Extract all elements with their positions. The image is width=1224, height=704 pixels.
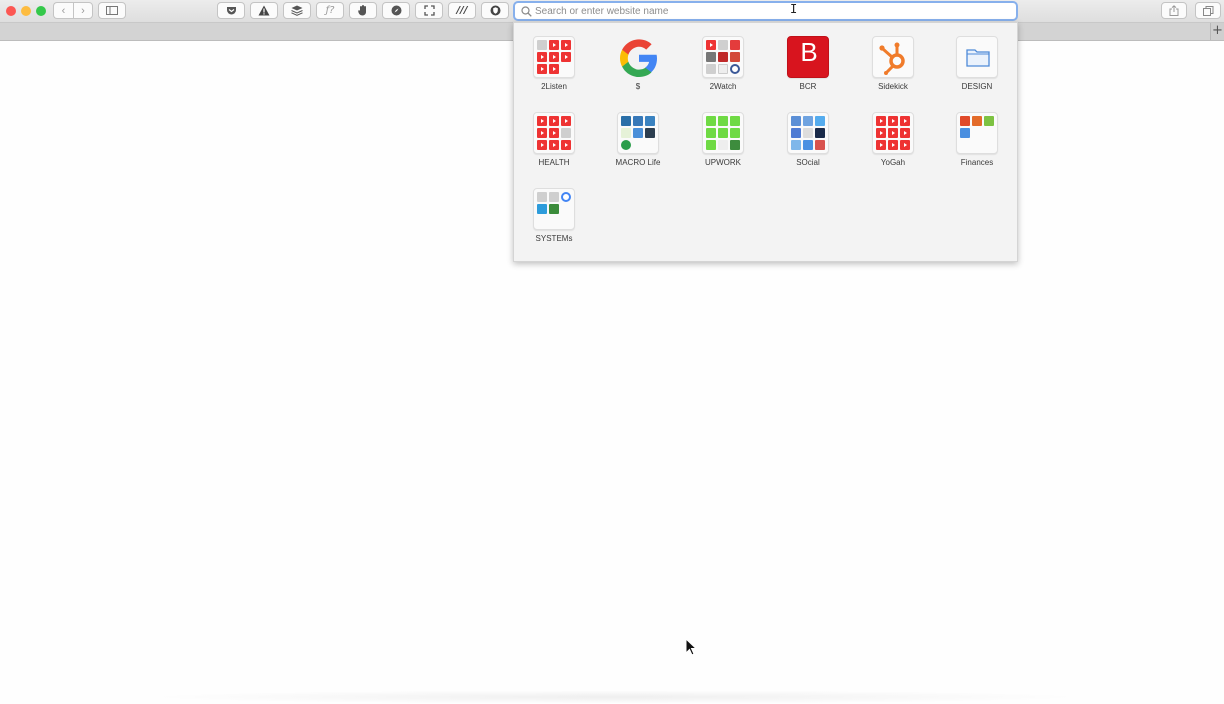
- favorite-bcr[interactable]: B BCR: [768, 36, 848, 91]
- sidebar-toggle-button[interactable]: [98, 2, 126, 19]
- shield-icon: [490, 5, 500, 16]
- browser-toolbar: ‹ › ƒ? /// I: [0, 0, 1224, 23]
- favorite-label: HEALTH: [538, 158, 570, 167]
- favorite-label: SYSTEMs: [535, 234, 573, 243]
- hand-extension-button[interactable]: [349, 2, 377, 19]
- folder-thumbnail: [956, 112, 998, 154]
- folder-icon: [956, 36, 998, 78]
- favorite-label: Sidekick: [878, 82, 908, 91]
- folder-thumbnail: [617, 112, 659, 154]
- folder-thumbnail: [787, 112, 829, 154]
- layers-icon: [291, 5, 303, 16]
- compass-extension-button[interactable]: [382, 2, 410, 19]
- favorites-popover: 2Listen $ 2Watch B BCR Sidekick DESIGN H…: [513, 22, 1018, 262]
- favorite-sidekick[interactable]: Sidekick: [853, 36, 933, 91]
- favorite-label: YoGah: [880, 158, 906, 167]
- new-tab-button[interactable]: +: [1210, 23, 1224, 40]
- favorite-dollar[interactable]: $: [598, 36, 678, 91]
- favorite-design[interactable]: DESIGN: [937, 36, 1017, 91]
- fx-extension-button[interactable]: ƒ?: [316, 2, 344, 19]
- zoom-window-button[interactable]: [36, 6, 46, 16]
- favorite-label: BCR: [799, 82, 817, 91]
- window-bottom-shadow: [140, 690, 1090, 704]
- folder-thumbnail: [702, 112, 744, 154]
- slashes-extension-button[interactable]: ///: [448, 2, 476, 19]
- folder-thumbnail: [872, 112, 914, 154]
- mouse-pointer-icon: [685, 638, 697, 656]
- show-tabs-button[interactable]: [1195, 2, 1221, 19]
- favorite-2listen[interactable]: 2Listen: [514, 36, 594, 91]
- favorite-health[interactable]: HEALTH: [514, 112, 594, 167]
- folder-thumbnail: [702, 36, 744, 78]
- favorite-label: DESIGN: [961, 82, 993, 91]
- warning-icon: [258, 5, 270, 16]
- hubspot-icon: [872, 36, 914, 78]
- folder-thumbnail: [533, 112, 575, 154]
- hand-icon: [358, 5, 366, 16]
- favorite-label: MACRO Life: [615, 158, 661, 167]
- close-window-button[interactable]: [6, 6, 16, 16]
- back-button[interactable]: ‹: [53, 2, 73, 19]
- minimize-window-button[interactable]: [21, 6, 31, 16]
- chevron-right-icon: ›: [81, 4, 85, 17]
- fullscreen-icon: [423, 5, 435, 16]
- favorite-upwork[interactable]: UPWORK: [683, 112, 763, 167]
- address-input[interactable]: [535, 5, 975, 17]
- favorite-systems[interactable]: SYSTEMs: [514, 188, 594, 243]
- pocket-extension-button[interactable]: [217, 2, 245, 19]
- letter-b-icon: B: [787, 36, 829, 78]
- favorite-social[interactable]: SOcial: [768, 112, 848, 167]
- search-icon: [521, 5, 532, 17]
- favorite-finances[interactable]: Finances: [937, 112, 1017, 167]
- favorite-yogah[interactable]: YoGah: [853, 112, 933, 167]
- plus-icon: +: [1212, 23, 1223, 38]
- slashes-icon: ///: [456, 5, 468, 16]
- chevron-left-icon: ‹: [61, 4, 66, 17]
- favorite-label: UPWORK: [705, 158, 741, 167]
- text-cursor-icon: I: [790, 2, 798, 16]
- favorite-label: 2Watch: [709, 82, 737, 91]
- tabs-overview-icon: [1202, 5, 1213, 16]
- folder-thumbnail: [533, 36, 575, 78]
- layers-extension-button[interactable]: [283, 2, 311, 19]
- pocket-icon: [226, 6, 236, 14]
- fullscreen-extension-button[interactable]: [415, 2, 443, 19]
- google-icon: [617, 36, 659, 78]
- fx-icon: ƒ?: [325, 5, 335, 16]
- address-bar[interactable]: [513, 1, 1018, 21]
- shield-extension-button[interactable]: [481, 2, 509, 19]
- forward-button[interactable]: ›: [73, 2, 93, 19]
- favorite-2watch[interactable]: 2Watch: [683, 36, 763, 91]
- favorite-macro-life[interactable]: MACRO Life: [598, 112, 678, 167]
- share-button[interactable]: [1161, 2, 1187, 19]
- favorite-label: 2Listen: [541, 82, 567, 91]
- favorite-label: Finances: [960, 158, 994, 167]
- favorite-label: $: [635, 82, 641, 91]
- share-icon: [1169, 5, 1179, 16]
- warning-extension-button[interactable]: [250, 2, 278, 19]
- sidebar-icon: [106, 6, 118, 15]
- folder-thumbnail: [533, 188, 575, 230]
- navigation-buttons: ‹ ›: [53, 2, 93, 19]
- favorite-label: SOcial: [796, 158, 820, 167]
- compass-icon: [391, 5, 401, 16]
